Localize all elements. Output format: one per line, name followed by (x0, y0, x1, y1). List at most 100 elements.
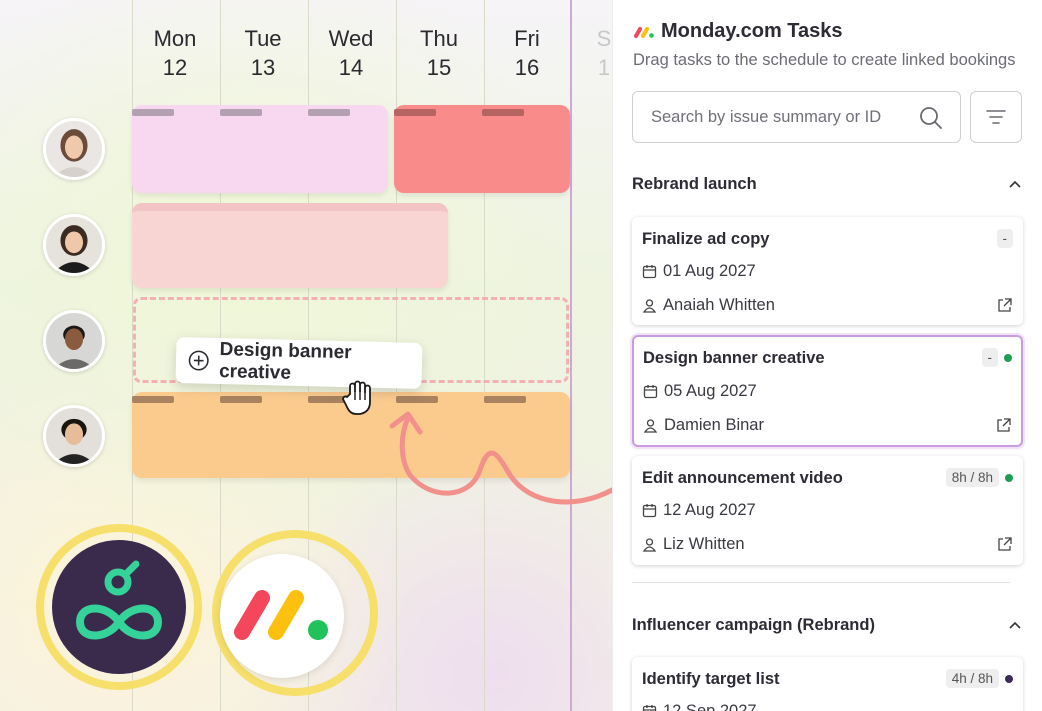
day-header-sat[interactable]: S 1 (560, 24, 612, 82)
dragged-task-chip[interactable]: Design banner creative (175, 337, 423, 389)
calendar-icon (642, 504, 657, 518)
monday-brand-icon (234, 590, 328, 640)
dragged-task-label: Design banner creative (218, 339, 352, 384)
schedule-app-logo (52, 540, 186, 674)
tasks-panel: Monday.com Tasks Drag tasks to the sched… (612, 0, 1042, 711)
search-icon[interactable] (918, 105, 944, 131)
task-date-row: 12 Aug 2027 (642, 501, 756, 520)
day-date: 14 (338, 55, 364, 80)
hour-marker (220, 396, 262, 403)
status-dot (1005, 473, 1013, 482)
task-title: Edit announcement video (642, 469, 843, 487)
plus-circle-icon (188, 350, 209, 371)
external-link-icon[interactable] (995, 417, 1012, 434)
hour-marker (220, 109, 262, 116)
avatar-resource-4[interactable] (43, 405, 105, 467)
hour-marker (132, 396, 174, 403)
task-date-row: 05 Aug 2027 (643, 382, 757, 401)
chevron-up-icon[interactable] (1008, 619, 1022, 633)
estimate-badge: 4h / 8h (945, 669, 999, 688)
task-date: 05 Aug 2027 (664, 382, 757, 400)
hour-marker (308, 109, 350, 116)
task-date: 12 Aug 2027 (663, 501, 756, 519)
group-header-influencer[interactable]: Influencer campaign (Rebrand) (632, 616, 1022, 635)
day-date: 13 (250, 55, 276, 80)
filter-icon (986, 110, 1006, 124)
task-meta: - (981, 348, 1012, 367)
day-date: 12 (162, 55, 188, 80)
group-title: Influencer campaign (Rebrand) (632, 616, 875, 634)
task-title: Finalize ad copy (642, 230, 770, 248)
booking-block[interactable] (394, 105, 570, 193)
status-dot (1004, 353, 1012, 362)
task-card[interactable]: Identify target list 4h / 8h 12 Sep 2027 (632, 657, 1023, 711)
avatar-resource-3[interactable] (43, 310, 105, 372)
booking-block[interactable] (132, 105, 388, 193)
task-date-row: 12 Sep 2027 (642, 702, 757, 711)
panel-title: Monday.com Tasks (661, 20, 843, 42)
panel-header: Monday.com Tasks (633, 20, 843, 43)
task-date: 01 Aug 2027 (663, 262, 756, 280)
hour-marker (482, 109, 524, 116)
infinity-logo-icon (75, 560, 163, 640)
booking-block[interactable] (132, 203, 448, 288)
user-icon (642, 538, 657, 552)
calendar-icon (643, 385, 658, 399)
task-assignee-row: Anaiah Whitten (642, 296, 775, 315)
estimate-badge: - (996, 229, 1013, 248)
task-meta: 8h / 8h (945, 468, 1013, 487)
day-header-fri[interactable]: Fri 16 (483, 24, 571, 82)
drag-arrow-icon (389, 411, 612, 505)
avatar-resource-1[interactable] (43, 118, 105, 180)
estimate-badge: 8h / 8h (945, 468, 999, 487)
filter-button[interactable] (970, 91, 1022, 143)
task-title: Design banner creative (643, 349, 825, 367)
task-assignee-row: Liz Whitten (642, 535, 745, 554)
search-input[interactable] (651, 107, 901, 127)
estimate-badge: - (981, 348, 998, 367)
task-card[interactable]: Finalize ad copy - 01 Aug 2027 Anaiah Wh… (632, 217, 1023, 325)
current-time-line (570, 0, 572, 711)
user-icon (642, 299, 657, 313)
group-header-rebrand[interactable]: Rebrand launch (632, 175, 1022, 194)
hour-marker (132, 109, 174, 116)
day-name: Fri (514, 26, 540, 51)
monday-logo-icon (634, 26, 654, 38)
task-assignee: Damien Binar (664, 416, 764, 434)
task-assignee: Liz Whitten (663, 535, 745, 553)
user-icon (643, 419, 658, 433)
person-photo-icon (46, 217, 102, 273)
day-header-wed[interactable]: Wed 14 (307, 24, 395, 82)
task-date: 12 Sep 2027 (663, 702, 757, 711)
calendar-icon (642, 705, 657, 711)
day-date: 16 (514, 55, 540, 80)
chevron-up-icon[interactable] (1008, 178, 1022, 192)
day-name: S (596, 26, 612, 51)
avatar-resource-2[interactable] (43, 214, 105, 276)
task-card[interactable]: Edit announcement video 8h / 8h 12 Aug 2… (632, 456, 1023, 565)
person-photo-icon (46, 408, 102, 464)
task-date-row: 01 Aug 2027 (642, 262, 756, 281)
external-link-icon[interactable] (996, 536, 1013, 553)
task-card-selected[interactable]: Design banner creative - 05 Aug 2027 Dam… (632, 335, 1023, 447)
search-box[interactable] (632, 91, 961, 143)
day-header-tue[interactable]: Tue 13 (219, 24, 307, 82)
task-title: Identify target list (642, 670, 780, 688)
task-meta: 4h / 8h (945, 669, 1013, 688)
day-name: Wed (328, 26, 374, 51)
person-photo-icon (46, 121, 102, 177)
day-date: 1 (597, 55, 611, 80)
group-divider (632, 582, 1010, 583)
group-title: Rebrand launch (632, 175, 757, 193)
hour-marker (394, 109, 436, 116)
task-assignee-row: Damien Binar (643, 416, 764, 435)
day-header-mon[interactable]: Mon 12 (131, 24, 219, 82)
day-name: Tue (244, 26, 282, 51)
external-link-icon[interactable] (996, 297, 1013, 314)
day-name: Thu (420, 26, 458, 51)
status-dot (1005, 674, 1013, 683)
task-meta: - (996, 229, 1013, 248)
calendar-icon (642, 265, 657, 279)
day-header-thu[interactable]: Thu 15 (395, 24, 483, 82)
schedule-grid[interactable]: Mon 12 Tue 13 Wed 14 Thu 15 Fri 16 S 1 D… (0, 0, 612, 711)
